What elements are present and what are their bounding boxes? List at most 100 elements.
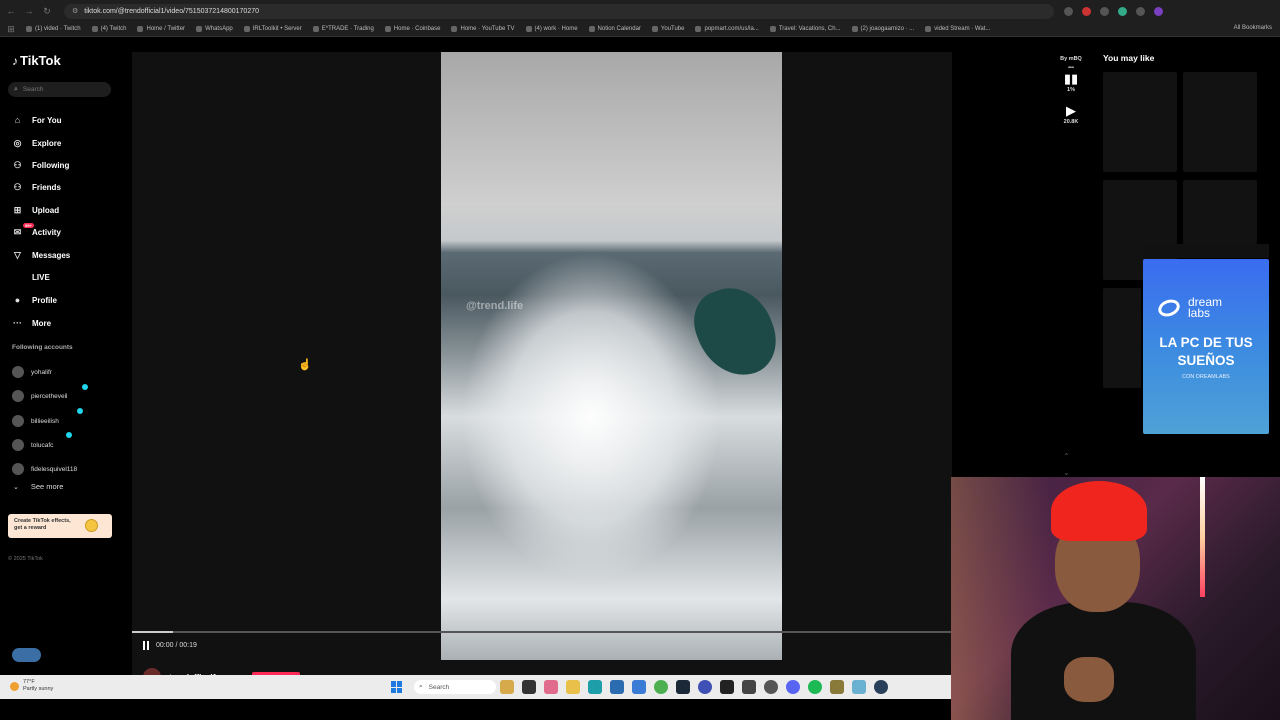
following-account[interactable]: billieeilish	[12, 415, 59, 427]
taskbar-app-icon[interactable]	[742, 680, 756, 694]
bookmark-item[interactable]: (4) Twitch	[91, 26, 126, 32]
taskbar-app-icon[interactable]	[610, 680, 624, 694]
nav-item-live[interactable]: LIVE	[11, 273, 50, 282]
nav-label: LIVE	[32, 273, 50, 282]
scroll-up-icon[interactable]: ⌃	[1063, 449, 1070, 465]
bookmark-item[interactable]: (2) joaogaarnizo · ...	[851, 26, 914, 32]
extension-icon[interactable]	[1136, 6, 1145, 16]
effects-promo-banner[interactable]: Create TikTok effects, get a reward	[8, 514, 112, 538]
spotify-icon[interactable]	[808, 680, 822, 694]
bookmark-favicon-icon	[451, 26, 458, 32]
bookmark-item[interactable]: (1) vided · Twitch	[26, 26, 81, 32]
discord-icon[interactable]	[786, 680, 800, 694]
bookmark-item[interactable]: Home · Coinbase	[384, 26, 440, 32]
profile-avatar-icon[interactable]	[1154, 6, 1163, 16]
bookmark-label: Notion Calendar	[597, 26, 641, 32]
bookmark-label: YouTube	[660, 26, 685, 32]
see-more-button[interactable]: ⌄ See more	[13, 482, 63, 491]
nav-item-messages[interactable]: ▽ Messages	[11, 250, 70, 261]
suggested-video-thumb[interactable]	[1183, 72, 1257, 172]
extension-icon[interactable]	[1082, 6, 1091, 16]
account-avatar	[12, 415, 24, 427]
taskbar-app-icon[interactable]	[522, 680, 536, 694]
taskbar-search[interactable]: ⌕ Search	[414, 680, 496, 694]
nav-item-friends[interactable]: ⚇ Friends	[11, 182, 60, 193]
bookmark-item[interactable]: vided Stream · Wat...	[925, 26, 990, 32]
extension-icon[interactable]	[1064, 6, 1073, 16]
bookmark-item[interactable]: Home · YouTube TV	[451, 26, 515, 32]
following-accounts-header: Following accounts	[12, 344, 73, 351]
extension-icon[interactable]	[1100, 6, 1109, 16]
taskbar-app-icon[interactable]	[852, 680, 866, 694]
bookmark-item[interactable]: Home / Twitter	[137, 26, 185, 32]
get-app-pill[interactable]	[12, 648, 41, 662]
following-account[interactable]: fidelesquivel118	[12, 463, 77, 475]
bookmark-item[interactable]: Travel: Vacations, Ch...	[769, 26, 841, 32]
extension-icon[interactable]	[1118, 6, 1127, 16]
site-info-icon[interactable]: ⚙	[72, 7, 78, 15]
bookmark-favicon-icon	[196, 26, 203, 32]
steam-icon[interactable]	[874, 680, 888, 694]
bookmark-item[interactable]: popmart.com/us/la...	[695, 26, 759, 32]
account-avatar	[12, 366, 24, 378]
nav-item-more[interactable]: ··· More	[11, 318, 51, 328]
bookmark-list: (1) vided · Twitch (4) Twitch Home / Twitt…	[26, 26, 1001, 32]
taskbar-app-icon[interactable]	[632, 680, 646, 694]
streamer-hand	[1064, 657, 1114, 702]
address-bar[interactable]: ⚙ tiktok.com/@trendofficial1/video/75150…	[64, 3, 1054, 19]
following-account[interactable]: tolucafc	[12, 439, 53, 451]
suggested-video-thumb[interactable]	[1103, 288, 1141, 388]
upload-icon: ⊞	[13, 205, 22, 215]
bookmark-item[interactable]: IRLToolkit • Server	[243, 26, 302, 32]
suggested-video-thumb[interactable]	[1103, 72, 1177, 172]
apps-icon[interactable]: ⊞	[4, 22, 18, 36]
file-explorer-icon[interactable]	[566, 680, 580, 694]
taskbar-app-icon[interactable]	[698, 680, 712, 694]
ad-brand: dream labs	[1188, 295, 1223, 320]
plays-button[interactable]: ▶ 20.8K	[1057, 103, 1085, 125]
bookmark-favicon-icon	[588, 26, 595, 32]
bookmark-label: Home · YouTube TV	[460, 26, 515, 32]
stats-button[interactable]: ▮▮ 1%	[1057, 71, 1085, 93]
task-view-icon[interactable]	[500, 680, 514, 694]
nav-item-profile[interactable]: ● Profile	[11, 295, 57, 305]
all-bookmarks[interactable]: All Bookmarks	[1234, 25, 1272, 31]
windows-start-icon[interactable]	[391, 681, 403, 693]
video-player[interactable]: @trend.life	[441, 52, 782, 660]
bookmark-item[interactable]: Notion Calendar	[588, 26, 641, 32]
taskbar-app-icon[interactable]	[720, 680, 734, 694]
weather-widget[interactable]: 77°F Partly sunny	[10, 679, 53, 693]
sun-icon	[10, 681, 19, 691]
steam-icon[interactable]	[676, 680, 690, 694]
chrome-icon[interactable]	[654, 680, 668, 694]
bookmark-item[interactable]: WhatsApp	[196, 26, 233, 32]
chevron-down-icon: ⌄	[13, 483, 19, 491]
nav-label: Upload	[32, 206, 60, 215]
forward-icon[interactable]: →	[22, 4, 36, 18]
nav-item-activity[interactable]: ✉ Activity 99+	[11, 223, 61, 238]
nav-item-explore[interactable]: ◎ Explore	[11, 138, 62, 149]
following-account[interactable]: yohalifr	[12, 366, 52, 378]
bookmark-item[interactable]: E*TRADE · Trading	[312, 26, 374, 32]
search-input[interactable]: ⌕ Search	[8, 82, 111, 97]
nav-item-upload[interactable]: ⊞ Upload	[11, 205, 59, 216]
nav-item-following[interactable]: ⚇ Following	[11, 160, 69, 171]
taskbar-app-icon[interactable]	[544, 680, 558, 694]
bookmark-favicon-icon	[651, 26, 658, 32]
pause-icon[interactable]	[143, 641, 149, 650]
tiktok-logo[interactable]: ♪ TikTok	[12, 53, 61, 68]
taskbar-app-icon[interactable]	[830, 680, 844, 694]
bookmark-item[interactable]: (4) work · Home	[525, 26, 578, 32]
bookmark-label: (1) vided · Twitch	[35, 26, 81, 32]
reload-icon[interactable]: ↻	[40, 4, 54, 18]
following-account[interactable]: piercetheveil	[12, 390, 68, 402]
more-icon: ···	[13, 318, 22, 328]
bookmark-item[interactable]: YouTube	[651, 26, 685, 32]
nav-item-for-you[interactable]: ⌂ For You	[11, 115, 62, 125]
video-progress-bar[interactable]	[132, 631, 952, 633]
edge-icon[interactable]	[588, 680, 602, 694]
suggested-video-thumb[interactable]	[1183, 180, 1257, 244]
taskbar-app-icon[interactable]	[764, 680, 778, 694]
ad-subline: CON DREAMLABS	[1182, 374, 1230, 380]
back-icon[interactable]: ←	[4, 4, 18, 18]
